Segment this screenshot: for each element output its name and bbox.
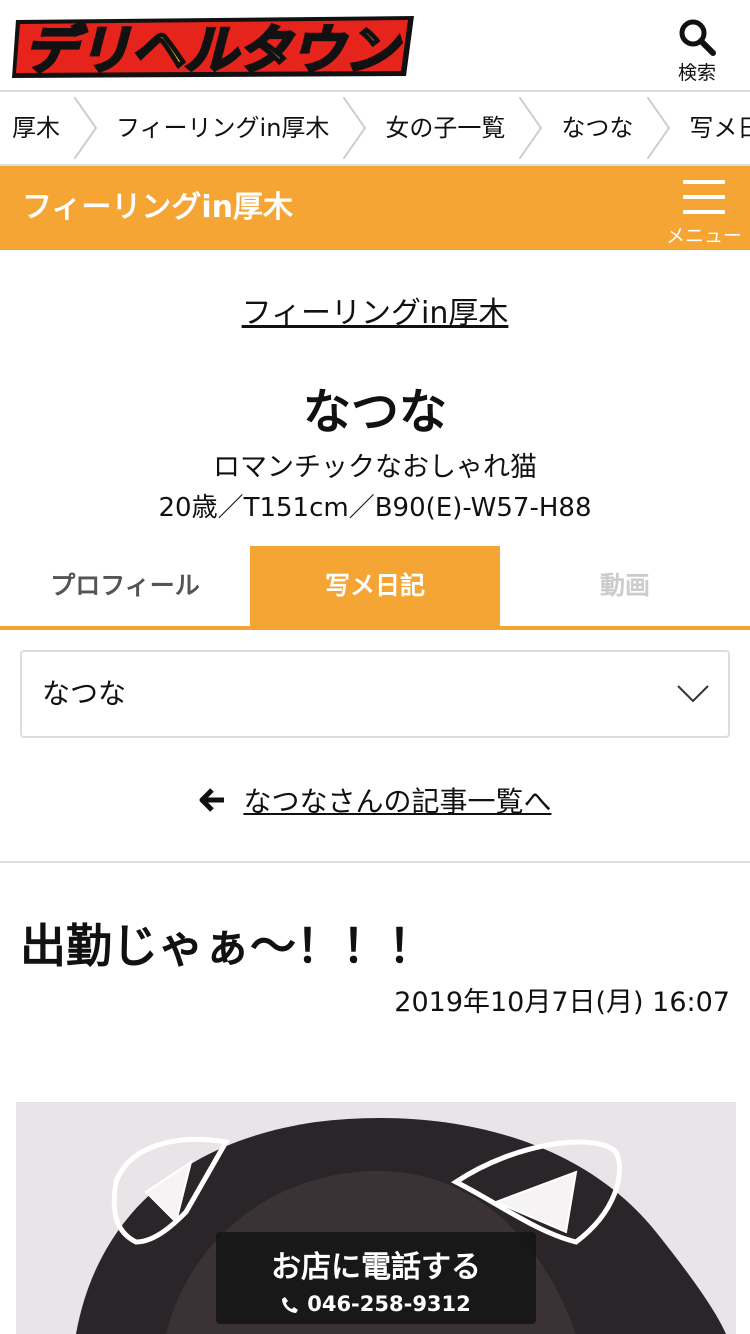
girl-spec: 20歳／T151cm／B90(E)-W57-H88 [158,493,592,523]
girl-select[interactable]: なつな [20,650,730,738]
tab-video: 動画 [599,571,650,600]
shop-link[interactable]: フィーリングin厚木 [0,288,750,332]
tab-profile[interactable]: プロフィール [0,546,250,626]
profile-tabs: プロフィール 写メ日記 動画 [0,546,750,630]
menu-label: メニュー [666,225,743,247]
tab-photo-diary[interactable]: 写メ日記 [250,546,500,626]
breadcrumb-item-diary[interactable]: 写メ日記 [663,92,750,164]
arrow-left-icon [199,788,224,812]
search-button[interactable]: 検索 [672,18,722,88]
search-label: 検索 [677,62,716,84]
shop-bar: フィーリングin厚木 メニュー [0,166,750,250]
call-button-label: お店に電話する [271,1250,481,1285]
article-date: 2019年10月7日(月) 16:07 [394,987,730,1018]
shop-bar-title[interactable]: フィーリングin厚木 [22,166,293,250]
article-title: 出勤じゃぁ〜！！！ [20,919,434,973]
menu-button[interactable]: メニュー [666,180,743,247]
girl-catch-copy: ロマンチックなおしゃれ猫 [213,452,537,483]
girl-name: なつな [302,384,447,440]
girl-select-value: なつな [42,677,127,710]
breadcrumb-item-area[interactable]: 厚木 [0,92,90,164]
divider [0,861,750,863]
search-icon [679,19,716,56]
breadcrumb: 厚木 フィーリングin厚木 女の子一覧 なつな 写メ日記 [0,90,750,166]
breadcrumb-item-girl[interactable]: なつな [535,92,663,164]
call-shop-button[interactable]: お店に電話する 046-258-9312 [216,1232,536,1324]
chevron-down-icon [677,685,709,703]
back-link-label: なつなさんの記事一覧へ [243,785,552,818]
site-logo[interactable]: デリヘルタウン [10,10,420,83]
hamburger-icon [666,180,742,214]
svg-text:デリヘルタウン: デリヘルタウン [24,21,402,81]
back-to-articles-link[interactable]: なつなさんの記事一覧へ [0,780,750,820]
breadcrumb-item-shop[interactable]: フィーリングin厚木 [90,92,359,164]
site-header: デリヘルタウン 検索 [0,0,750,90]
call-button-phone: 046-258-9312 [216,1292,536,1316]
phone-icon [282,1297,299,1313]
breadcrumb-item-girls[interactable]: 女の子一覧 [359,92,535,164]
